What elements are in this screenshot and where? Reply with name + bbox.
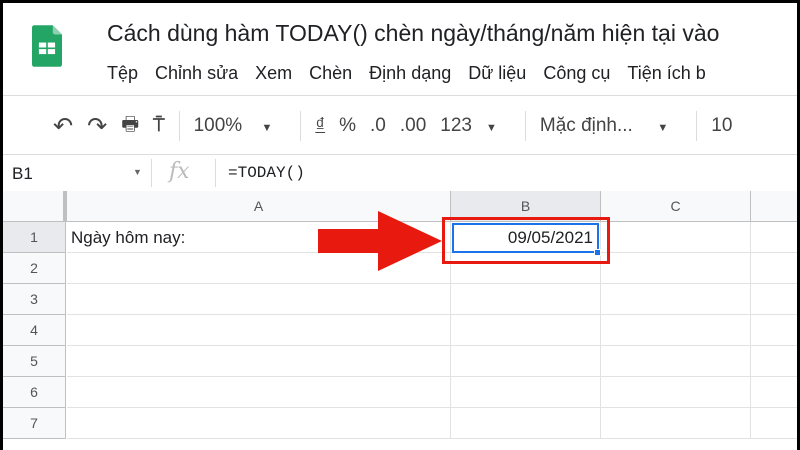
row-header[interactable]: 7 bbox=[3, 408, 66, 439]
cell[interactable] bbox=[751, 377, 797, 408]
name-box[interactable]: B1 bbox=[12, 164, 33, 184]
menu-tools[interactable]: Công cụ bbox=[543, 63, 610, 84]
cell[interactable] bbox=[751, 315, 797, 346]
menu-file[interactable]: Tệp bbox=[107, 63, 138, 84]
row-header[interactable]: 4 bbox=[3, 315, 66, 346]
currency-button[interactable]: ₫ bbox=[315, 115, 325, 137]
column-header-c[interactable]: C bbox=[601, 191, 751, 222]
divider bbox=[3, 95, 797, 96]
cell[interactable] bbox=[601, 253, 751, 284]
font-value: Mặc định... bbox=[539, 115, 633, 136]
cell[interactable] bbox=[751, 284, 797, 315]
chevron-down-icon: ▼ bbox=[261, 122, 273, 134]
google-sheets-logo[interactable] bbox=[32, 18, 62, 74]
menu-bar: Tệp Chỉnh sửa Xem Chèn Định dạng Dữ liệu… bbox=[107, 63, 706, 84]
menu-insert[interactable]: Chèn bbox=[309, 63, 352, 84]
cell[interactable] bbox=[67, 377, 451, 408]
cell[interactable] bbox=[601, 346, 751, 377]
cell[interactable] bbox=[451, 315, 601, 346]
cell[interactable] bbox=[67, 315, 451, 346]
red-arrow-icon bbox=[318, 211, 442, 271]
percent-button[interactable]: % bbox=[339, 115, 356, 137]
cell[interactable] bbox=[67, 284, 451, 315]
toolbar: ↶ ↷ 🖶 ⍑ 100% ▼ ₫ % .0 .00 123 ▼ Mặc định.… bbox=[53, 111, 746, 141]
chevron-down-icon[interactable]: ▼ bbox=[133, 167, 142, 177]
menu-data[interactable]: Dữ liệu bbox=[468, 63, 526, 84]
divider bbox=[215, 159, 216, 187]
menu-format[interactable]: Định dạng bbox=[369, 63, 451, 84]
cell[interactable] bbox=[451, 408, 601, 439]
cell[interactable] bbox=[751, 253, 797, 284]
divider bbox=[178, 111, 180, 141]
select-all-corner[interactable] bbox=[3, 191, 67, 222]
sheet-grid: A B C 1234567 Ngày hôm nay: 09/05/2021 bbox=[3, 191, 797, 450]
divider bbox=[524, 111, 526, 141]
divider bbox=[300, 111, 302, 141]
chevron-down-icon: ▼ bbox=[657, 122, 669, 134]
row-header[interactable]: 6 bbox=[3, 377, 66, 408]
divider bbox=[151, 159, 152, 187]
formula-bar: B1 ▼ fx =TODAY() bbox=[3, 157, 797, 191]
divider bbox=[696, 111, 698, 141]
redo-icon[interactable]: ↷ bbox=[87, 112, 107, 141]
chevron-down-icon: ▼ bbox=[486, 122, 497, 134]
cell[interactable] bbox=[601, 284, 751, 315]
row-header[interactable]: 2 bbox=[3, 253, 66, 284]
spreadsheet-window: Cách dùng hàm TODAY() chèn ngày/tháng/nă… bbox=[3, 3, 797, 450]
format-label: 123 bbox=[440, 115, 472, 136]
row-header[interactable]: 5 bbox=[3, 346, 66, 377]
cell[interactable] bbox=[451, 284, 601, 315]
document-title[interactable]: Cách dùng hàm TODAY() chèn ngày/tháng/nă… bbox=[107, 20, 719, 47]
zoom-value: 100% bbox=[193, 115, 243, 136]
undo-icon[interactable]: ↶ bbox=[53, 112, 73, 141]
print-icon[interactable]: 🖶 bbox=[121, 110, 139, 142]
cell[interactable] bbox=[601, 315, 751, 346]
font-size-input[interactable]: 10 bbox=[711, 115, 732, 137]
cell[interactable] bbox=[67, 346, 451, 377]
cell[interactable] bbox=[601, 377, 751, 408]
divider bbox=[3, 154, 797, 155]
cell[interactable] bbox=[751, 222, 797, 253]
row-header[interactable]: 3 bbox=[3, 284, 66, 315]
cell[interactable] bbox=[601, 222, 751, 253]
cell[interactable] bbox=[751, 346, 797, 377]
paint-format-icon[interactable]: ⍑ bbox=[153, 115, 164, 137]
menu-view[interactable]: Xem bbox=[255, 63, 292, 84]
cell[interactable] bbox=[451, 346, 601, 377]
menu-addons[interactable]: Tiện ích b bbox=[627, 63, 705, 84]
cell[interactable] bbox=[451, 377, 601, 408]
decrease-decimal-button[interactable]: .0 bbox=[370, 115, 386, 137]
more-formats-button[interactable]: 123 ▼ bbox=[440, 115, 511, 137]
row-header[interactable]: 1 bbox=[3, 222, 66, 253]
cell[interactable] bbox=[67, 408, 451, 439]
fx-icon: fx bbox=[169, 159, 190, 184]
cell[interactable] bbox=[601, 408, 751, 439]
zoom-select[interactable]: 100% ▼ bbox=[194, 115, 287, 137]
cell[interactable] bbox=[751, 408, 797, 439]
formula-input[interactable]: =TODAY() bbox=[228, 164, 305, 182]
increase-decimal-button[interactable]: .00 bbox=[400, 115, 426, 137]
menu-edit[interactable]: Chỉnh sửa bbox=[155, 63, 238, 84]
column-header-d[interactable] bbox=[751, 191, 797, 222]
font-select[interactable]: Mặc định... ▼ bbox=[540, 115, 682, 137]
highlight-box bbox=[442, 217, 610, 264]
